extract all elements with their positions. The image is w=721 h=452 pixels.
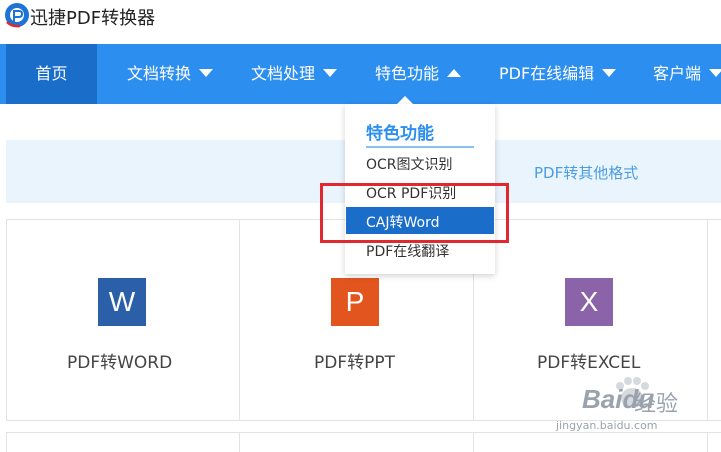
tool-label: PDF转EXCEL [537,353,641,373]
word-file-icon: W [98,278,146,326]
page: 迅捷PDF转换器 首页 文档转换 文档处理 特色功能 PDF在线编辑 客户端 P… [0,0,721,452]
header: 迅捷PDF转换器 [0,0,721,44]
brand-name[interactable]: 迅捷PDF转换器 [30,4,155,30]
chevron-down-icon [602,68,617,77]
banner-tab-pdf-to-other[interactable]: PDF转其他格式 [534,162,638,183]
pdf-logo-icon[interactable] [4,2,30,28]
tool-card[interactable] [7,433,240,452]
chevron-up-icon [447,68,462,77]
chevron-down-icon [709,68,721,77]
nav-item-client[interactable]: 客户端 [653,44,721,104]
watermark-suffix: 经验 [634,392,679,417]
menu-item-pdf-online-translate[interactable]: PDF在线翻译 [366,241,449,261]
tool-card[interactable] [240,433,474,452]
menu-item-ocr-image-text[interactable]: OCR图文识别 [366,154,453,174]
chevron-down-icon [199,68,214,77]
nav-item-features[interactable]: 特色功能 [375,44,462,104]
ppt-file-icon: P [331,278,379,326]
main-nav: 首页 文档转换 文档处理 特色功能 PDF在线编辑 客户端 [0,44,721,104]
nav-item-label: 特色功能 [375,64,440,83]
dropdown-title-underline [366,146,474,148]
tool-label: PDF转WORD [67,353,173,373]
watermark-url: jingyan.baidu.com [556,419,658,432]
nav-item-label: 文档转换 [127,64,192,83]
nav-item-doc-process[interactable]: 文档处理 [251,44,338,104]
nav-item-label: PDF在线编辑 [499,64,595,83]
chevron-down-icon [323,68,338,77]
highlight-annotation-box [320,183,509,243]
tool-label: PDF转PPT [314,353,396,373]
nav-item-label: 文档处理 [251,64,316,83]
dropdown-pointer [397,96,413,104]
nav-item-doc-convert[interactable]: 文档转换 [127,44,214,104]
nav-item-pdf-online-edit[interactable]: PDF在线编辑 [499,44,617,104]
nav-item-label: 首页 [35,64,68,83]
dropdown-title: 特色功能 [366,124,434,144]
nav-item-home[interactable]: 首页 [6,44,97,104]
excel-file-icon: X [565,278,613,326]
nav-item-label: 客户端 [653,64,702,83]
tool-card-pdf-to-word[interactable]: W PDF转WORD [7,220,240,420]
